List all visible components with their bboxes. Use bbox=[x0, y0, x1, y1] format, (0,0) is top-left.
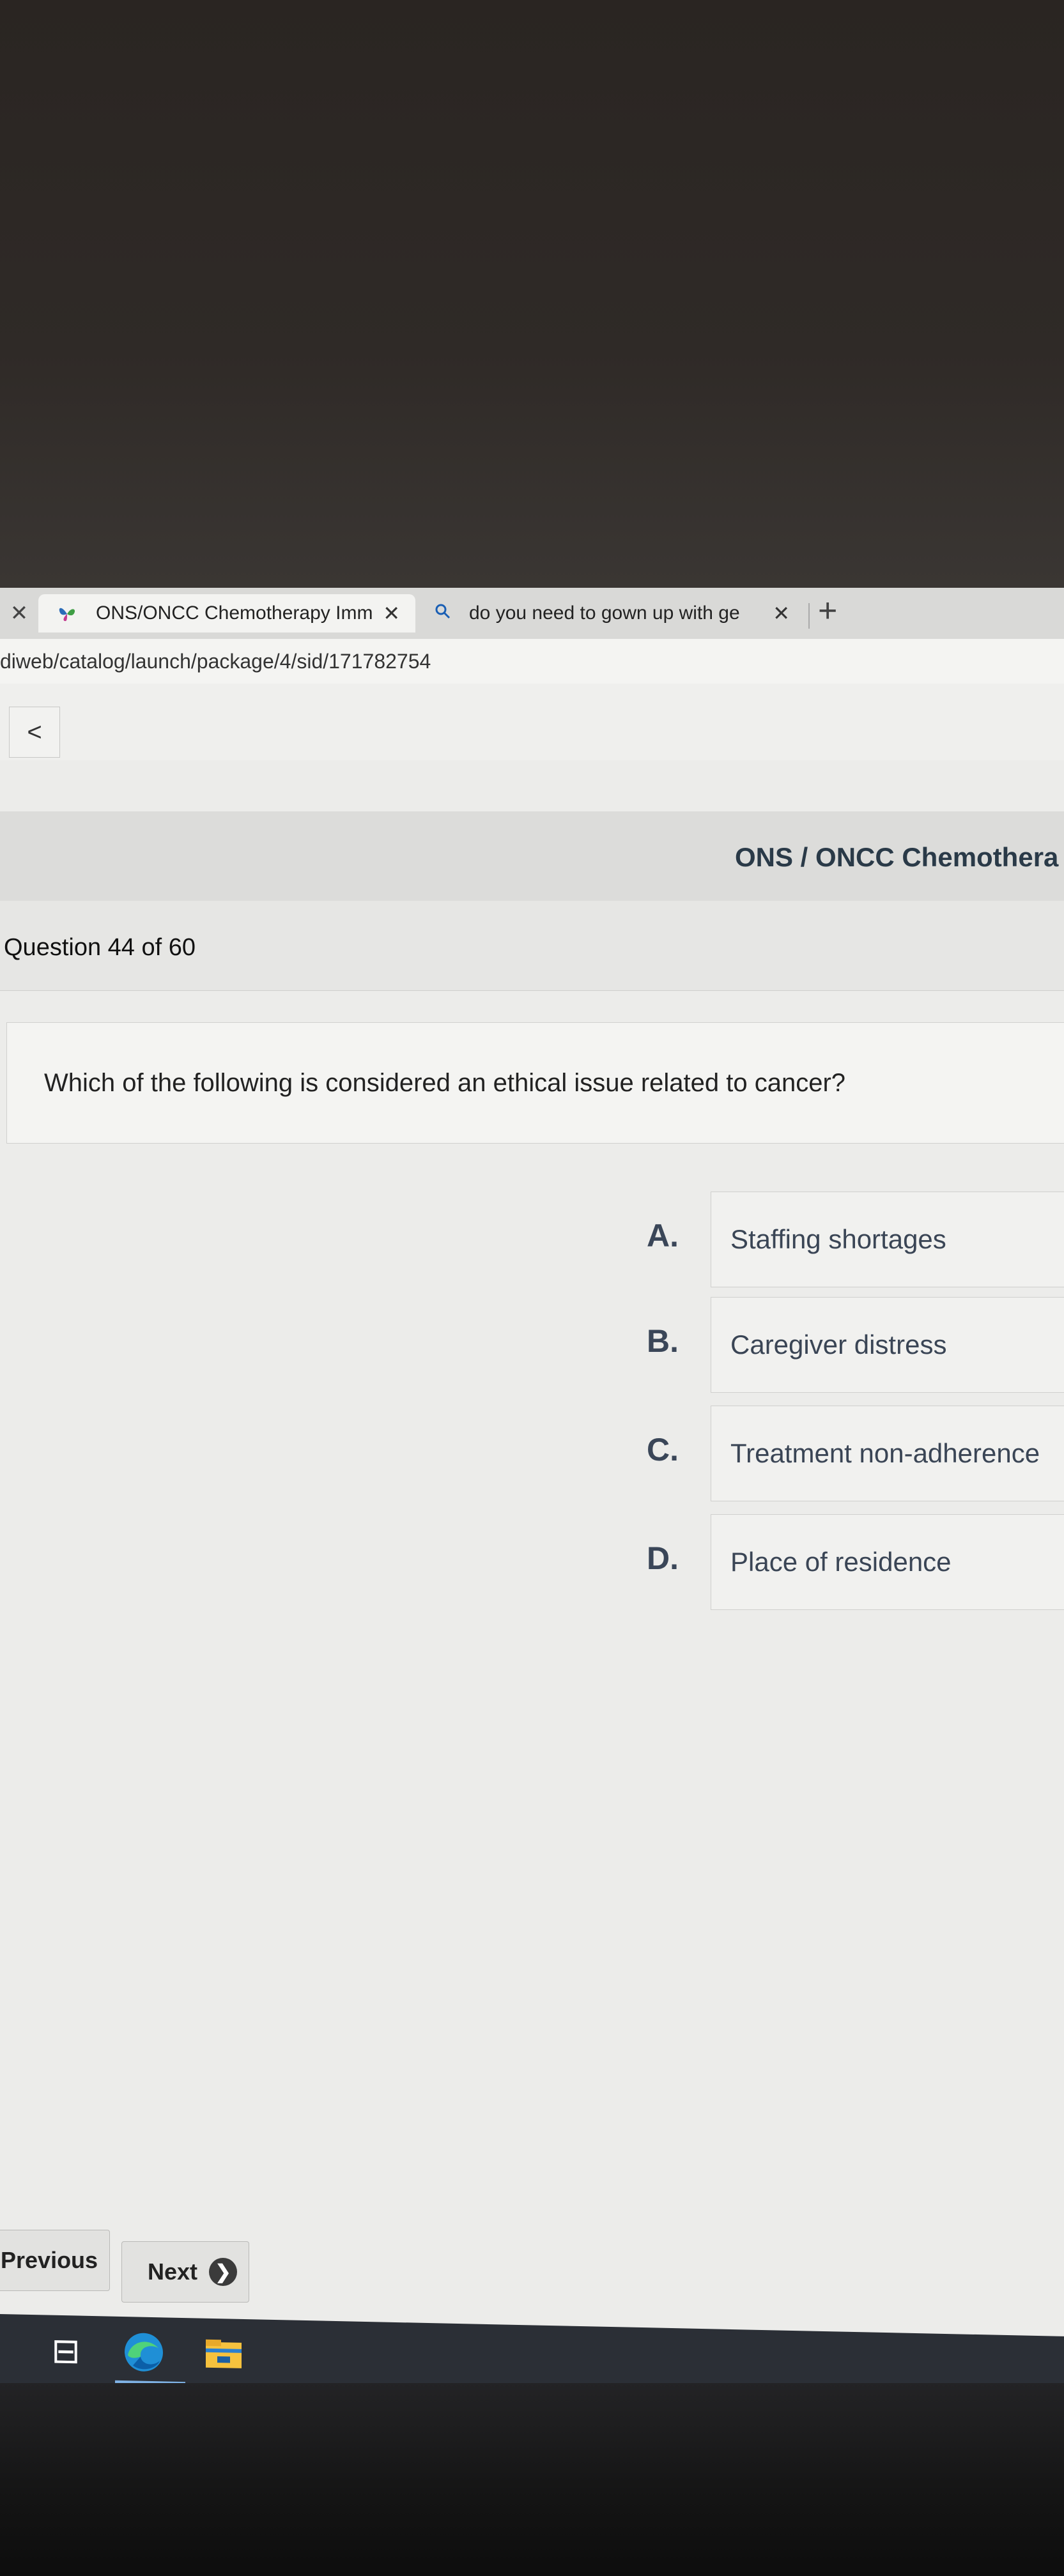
tab-search-label: do you need to gown up with ge bbox=[469, 602, 740, 624]
search-icon bbox=[435, 603, 451, 624]
course-title: ONS / ONCC Chemothera bbox=[735, 842, 1059, 872]
next-label: Next bbox=[148, 2258, 198, 2285]
back-button[interactable]: < bbox=[9, 707, 60, 758]
edge-browser-icon[interactable] bbox=[121, 2329, 166, 2375]
question-text: Which of the following is considered an … bbox=[44, 1069, 846, 1097]
answer-choice-box[interactable]: Treatment non-adherence bbox=[711, 1406, 1064, 1501]
answer-letter: C. bbox=[647, 1432, 679, 1468]
browser-tab-strip: ✕ ONS/ONCC Chemotherapy Imm ✕ do you nee… bbox=[0, 588, 1064, 640]
answer-letter: D. bbox=[647, 1540, 679, 1576]
tab-ons-label: ONS/ONCC Chemotherapy Imm bbox=[96, 602, 373, 624]
monitor-bezel bbox=[0, 2383, 1064, 2576]
answer-option-c[interactable]: C. Treatment non-adherence bbox=[639, 1406, 1064, 1501]
tab-ons-close-icon[interactable]: ✕ bbox=[383, 601, 400, 625]
question-progress-bar: Question 44 of 60 bbox=[0, 901, 1064, 991]
tab-close-left-button[interactable]: ✕ bbox=[0, 594, 38, 632]
answer-text: Place of residence bbox=[730, 1547, 952, 1577]
tab-search-close-icon[interactable]: ✕ bbox=[773, 601, 790, 625]
answer-text: Caregiver distress bbox=[730, 1330, 947, 1360]
address-bar[interactable]: diweb/catalog/launch/package/4/sid/17178… bbox=[0, 639, 1064, 684]
photo-background bbox=[0, 0, 1064, 588]
answer-option-a[interactable]: A. Staffing shortages bbox=[639, 1192, 1064, 1287]
task-view-icon[interactable]: ⊟ bbox=[43, 2327, 88, 2373]
course-header: ONS / ONCC Chemothera bbox=[0, 811, 1064, 901]
answer-letter: A. bbox=[647, 1218, 679, 1254]
tab-search[interactable]: do you need to gown up with ge ✕ bbox=[422, 594, 805, 632]
toolbar-row: < bbox=[0, 684, 1064, 760]
chevron-left-icon: < bbox=[27, 717, 42, 746]
answer-text: Treatment non-adherence bbox=[730, 1438, 1040, 1468]
previous-label: Previous bbox=[1, 2247, 98, 2273]
butterfly-favicon-icon bbox=[59, 608, 75, 622]
file-explorer-icon[interactable] bbox=[201, 2331, 246, 2377]
answer-choice-box[interactable]: Place of residence bbox=[711, 1514, 1064, 1610]
answer-choice-box[interactable]: Caregiver distress bbox=[711, 1297, 1064, 1393]
answer-text: Staffing shortages bbox=[730, 1224, 946, 1254]
tab-ons-oncc[interactable]: ONS/ONCC Chemotherapy Imm ✕ bbox=[38, 594, 415, 632]
chevron-right-icon: ❯ bbox=[209, 2258, 238, 2286]
monitor-screen: ✕ ONS/ONCC Chemotherapy Imm ✕ do you nee… bbox=[0, 588, 1064, 2415]
next-button[interactable]: Next ❯ bbox=[121, 2241, 249, 2303]
answer-option-d[interactable]: D. Place of residence bbox=[639, 1514, 1064, 1610]
previous-button[interactable]: Previous bbox=[0, 2230, 110, 2291]
new-tab-button[interactable]: + bbox=[818, 592, 837, 630]
answer-letter: B. bbox=[647, 1323, 679, 1359]
answer-option-b[interactable]: B. Caregiver distress bbox=[639, 1297, 1064, 1393]
question-progress: Question 44 of 60 bbox=[4, 934, 196, 961]
question-card: Which of the following is considered an … bbox=[6, 1022, 1064, 1144]
tab-divider bbox=[808, 603, 810, 629]
address-url: diweb/catalog/launch/package/4/sid/17178… bbox=[0, 649, 431, 673]
answer-choice-box[interactable]: Staffing shortages bbox=[711, 1192, 1064, 1287]
